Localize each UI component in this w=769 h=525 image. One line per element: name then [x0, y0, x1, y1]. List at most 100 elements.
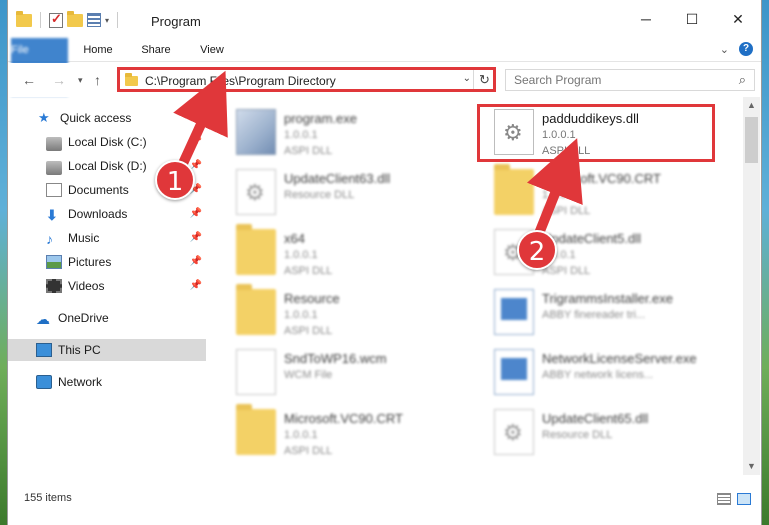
file-description: WCM File — [284, 369, 333, 381]
file-item[interactable]: UpdateClient63.dll Resource DLL — [218, 165, 468, 223]
tab-home[interactable]: Home — [74, 38, 122, 62]
explorer-window: ▾ Program ─ ☐ ✕ File Home Share View ⌄ ?… — [7, 0, 762, 525]
tab-share[interactable]: Share — [132, 38, 180, 62]
customize-icon[interactable] — [87, 13, 101, 27]
properties-check-icon[interactable] — [49, 11, 63, 28]
details-view-icon[interactable] — [717, 493, 731, 505]
file-item[interactable]: UpdateClient5.dll1.0.0.1ASPI DLL — [476, 225, 726, 283]
separator — [40, 12, 41, 28]
large-icons-view-icon[interactable] — [737, 493, 751, 505]
file-version: 1.0.0.1 — [284, 249, 318, 261]
tab-view[interactable]: View — [190, 38, 234, 62]
file-name: NetworkLicenseServer.exe — [542, 351, 697, 366]
new-folder-icon[interactable] — [67, 10, 83, 27]
file-description: ASPI DLL — [284, 265, 333, 277]
search-box[interactable]: ⌕ — [505, 69, 755, 91]
sidebar-item-quick-access[interactable]: ★ Quick access — [8, 107, 206, 129]
sidebar-item-music[interactable]: ♪ Music 📌 — [8, 227, 206, 249]
file-description: Resource DLL — [284, 189, 355, 201]
pc-icon — [36, 343, 52, 357]
step-badge-1: 1 — [155, 160, 195, 200]
file-description: ABBY network licens... — [542, 369, 654, 381]
app-file-icon — [494, 349, 534, 395]
expand-ribbon-icon[interactable]: ⌄ — [720, 43, 729, 56]
sidebar-item-network[interactable]: Network — [8, 371, 206, 393]
dll-file-icon — [236, 169, 276, 215]
view-toggle — [717, 493, 751, 505]
file-version: 1.0.0.1 — [542, 189, 576, 201]
cloud-icon: ☁ — [36, 311, 50, 327]
exe-file-icon — [236, 109, 276, 155]
ribbon-help-controls: ⌄ ? — [720, 42, 753, 56]
navigation-bar: ← → ▾ ↑ C:\Program Files\Program Directo… — [8, 63, 761, 97]
file-name: SndToWP16.wcm — [284, 351, 387, 366]
sidebar-item-videos[interactable]: Videos 📌 — [8, 275, 206, 297]
sidebar-item-this-pc[interactable]: This PC — [8, 339, 206, 361]
file-item[interactable]: SndToWP16.wcm WCM File — [218, 345, 468, 403]
folder-icon — [236, 284, 276, 335]
file-name: x64 — [284, 231, 305, 246]
music-icon: ♪ — [46, 231, 53, 247]
file-item[interactable]: Microsoft.VC90.CRT 1.0.0.1 ASPI DLL — [476, 164, 726, 223]
scroll-thumb[interactable] — [745, 117, 758, 163]
scroll-down-arrow-icon[interactable]: ▼ — [743, 458, 760, 475]
sidebar-item-label: Videos — [68, 279, 105, 293]
file-item[interactable]: program.exe 1.0.0.1 ASPI DLL — [218, 105, 468, 163]
maximize-button[interactable]: ☐ — [669, 0, 715, 38]
minimize-button[interactable]: ─ — [623, 0, 669, 38]
file-name: UpdateClient63.dll — [284, 171, 391, 186]
back-arrow-icon[interactable]: ← — [22, 72, 36, 88]
address-path[interactable]: C:\Program Files\Program Directory — [145, 74, 336, 88]
search-icon[interactable]: ⌕ — [739, 72, 746, 88]
pin-icon[interactable]: 📌 — [190, 136, 202, 147]
file-item[interactable]: TrigrammsInstaller.exe ABBY finereader tr… — [476, 285, 726, 343]
file-version: 1.0.0.1 — [542, 129, 576, 141]
pin-icon[interactable]: 📌 — [190, 256, 202, 267]
forward-arrow-icon[interactable]: → — [52, 72, 66, 88]
file-item[interactable]: Microsoft.VC90.CRT 1.0.0.1 ASPI DLL — [218, 404, 468, 463]
file-description: ASPI DLL — [542, 265, 591, 277]
file-description: Resource DLL — [542, 429, 613, 441]
folder-icon — [236, 224, 276, 275]
chevron-down-icon[interactable]: ⌄ — [463, 73, 471, 84]
file-item[interactable]: NetworkLicenseServer.exe ABBY network lic… — [476, 345, 726, 403]
sidebar-item-label: Documents — [68, 183, 129, 197]
pin-icon[interactable]: 📌 — [190, 208, 202, 219]
file-item[interactable]: x64 1.0.0.1 ASPI DLL — [218, 224, 468, 283]
download-icon: ⬇ — [46, 207, 58, 223]
file-item[interactable]: UpdateClient65.dll Resource DLL — [476, 405, 726, 463]
sidebar-item-label: Network — [58, 375, 103, 389]
window-title: Program — [151, 14, 201, 29]
file-description: ASPI DLL — [284, 145, 333, 157]
sidebar-item-label: Pictures — [68, 255, 112, 269]
refresh-icon[interactable]: ↻ — [473, 70, 495, 90]
pictures-icon — [46, 255, 62, 269]
address-bar[interactable]: C:\Program Files\Program Directory ⌄ ↻ — [118, 69, 496, 91]
search-input[interactable] — [506, 70, 716, 90]
navigation-pane: ★ Quick access Local Disk (C:) 📌 Local D… — [8, 100, 208, 475]
file-name: program.exe — [284, 111, 357, 126]
sidebar-item-pictures[interactable]: Pictures 📌 — [8, 251, 206, 273]
pin-icon[interactable]: 📌 — [190, 280, 202, 291]
separator — [117, 12, 119, 28]
help-icon[interactable]: ? — [739, 42, 753, 56]
file-list: program.exe 1.0.0.1 ASPI DLL padduddikeys.… — [218, 97, 746, 473]
file-item-padduddikeys[interactable]: padduddikeys.dll 1.0.0.1 ASPI DLL — [476, 105, 726, 163]
vertical-scrollbar[interactable]: ▲ ▼ — [743, 97, 760, 475]
pin-icon[interactable]: 📌 — [190, 232, 202, 243]
scroll-up-arrow-icon[interactable]: ▲ — [743, 97, 760, 114]
up-arrow-icon[interactable]: ↑ — [94, 72, 101, 88]
sidebar-item-onedrive[interactable]: ☁ OneDrive — [8, 307, 206, 329]
folder-icon — [125, 73, 138, 86]
recent-locations-chevron-icon[interactable]: ▾ — [78, 75, 83, 86]
file-item[interactable]: Resource 1.0.0.1 ASPI DLL — [218, 284, 468, 343]
file-version: 1.0.0.1 — [284, 429, 318, 441]
quick-access-toolbar: ▾ — [16, 10, 122, 28]
videos-icon — [46, 279, 62, 293]
sidebar-item-local-disk-c[interactable]: Local Disk (C:) 📌 — [8, 131, 206, 153]
sidebar-item-downloads[interactable]: ⬇ Downloads 📌 — [8, 203, 206, 225]
step-badge-2: 2 — [517, 230, 557, 270]
file-description: ASPI DLL — [284, 445, 333, 457]
chevron-down-icon[interactable]: ▾ — [105, 16, 109, 25]
close-button[interactable]: ✕ — [715, 0, 761, 38]
